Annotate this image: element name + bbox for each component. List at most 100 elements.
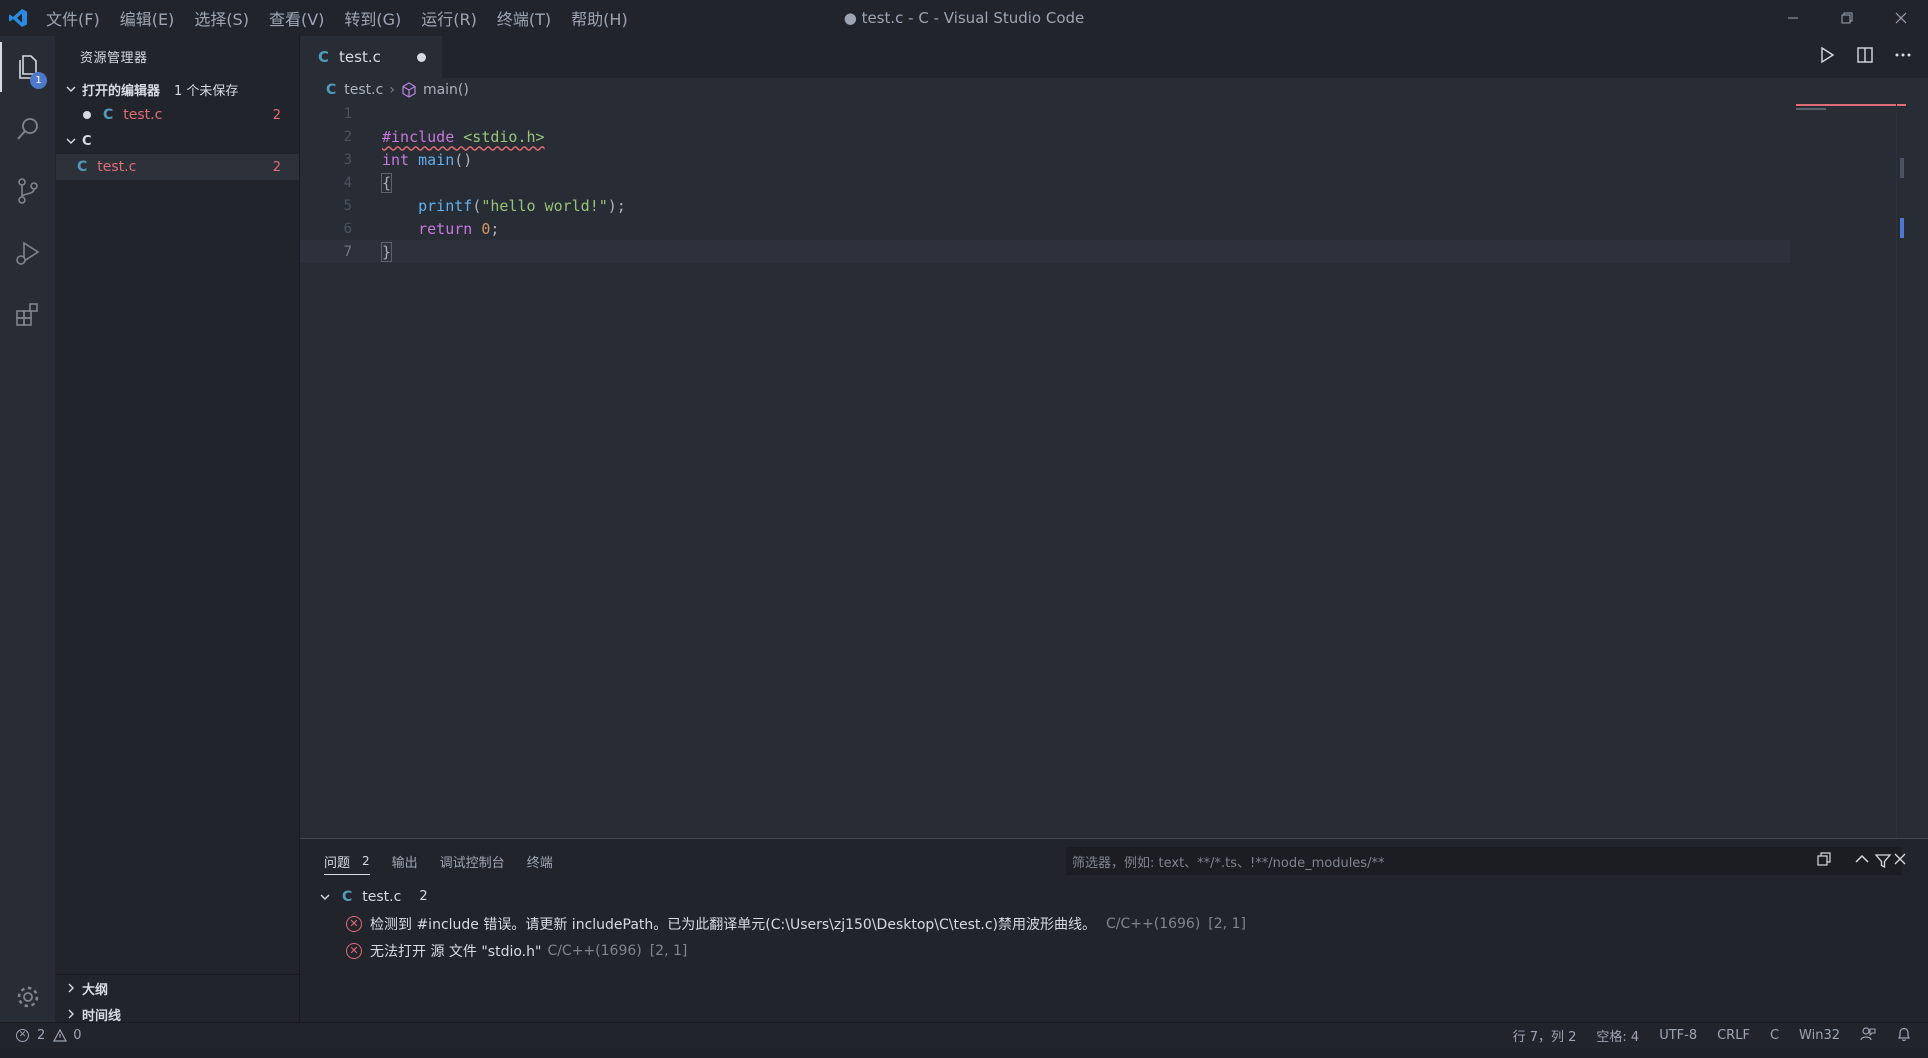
problems-count: 2 [362,854,370,868]
activity-source-control[interactable] [0,160,56,222]
close-panel-button[interactable] [1892,851,1908,871]
breadcrumb-symbol[interactable]: main() [423,82,469,98]
line-number: 2 [343,128,352,145]
problems-file-row[interactable]: C test.c 2 [300,883,1928,910]
problems-label: 问题 [324,855,351,871]
run-button[interactable] [1818,46,1836,68]
chevron-down-icon [62,132,80,150]
feedback-icon [1860,1026,1876,1040]
code-line: 5 printf("hello world!"); [300,194,1790,217]
outline-header[interactable]: 大纲 [56,975,300,1001]
panel-tab-output[interactable]: 输出 [392,839,418,883]
encoding[interactable]: UTF-8 [1659,1028,1697,1043]
chevron-right-icon [62,979,80,997]
c-file-icon: C [103,107,114,123]
line-number: 4 [343,174,352,191]
close-window-button[interactable] [1874,0,1928,36]
indentation[interactable]: 空格: 4 [1596,1026,1639,1045]
open-editor-error-count: 2 [272,107,281,123]
code-line: 4 { [300,171,1790,194]
scrollbar-marker [1900,158,1904,178]
problem-message: 无法打开 源 文件 "stdio.h" [370,943,542,960]
folder-file-item[interactable]: C test.c 2 [56,154,299,180]
feedback-button[interactable] [1860,1026,1876,1046]
panel-tab-debug-console[interactable]: 调试控制台 [440,839,505,883]
folder-filename: test.c [97,159,137,175]
status-right: 行 7，列 2 空格: 4 UTF-8 CRLF C Win32 [1513,1026,1912,1046]
unsaved-count: 1 个未保存 [174,83,239,99]
ellipsis-icon [1895,53,1911,57]
restore-button[interactable] [1820,0,1874,36]
maximize-panel-button[interactable] [1854,851,1870,871]
tab-test-c[interactable]: C test.c [300,36,442,78]
activity-explorer[interactable]: 1 [0,36,56,98]
language-mode[interactable]: C [1770,1028,1779,1043]
problems-file-count: 2 [419,889,428,904]
activity-run-debug[interactable] [0,222,56,284]
code-line: 2 #include <stdio.h> [300,125,1790,148]
notifications-button[interactable] [1896,1026,1912,1046]
restore-icon [1841,12,1853,24]
play-icon [1821,46,1835,64]
problem-position: [2, 1] [649,942,688,959]
activity-search[interactable] [0,98,56,160]
editor-scrollbar[interactable] [1896,102,1910,838]
close-brace: } [380,241,393,262]
panel-tab-problems[interactable]: 问题 2 [324,839,370,883]
code-line-current: 7 } [300,240,1790,263]
menu-view[interactable]: 查看(V) [259,0,334,36]
status-error-count: 2 [37,1028,46,1043]
platform[interactable]: Win32 [1799,1028,1840,1043]
c-file-icon: C [77,159,88,175]
problem-message: 检测到 #include 错误。请更新 includePath。已为此翻译单元(… [370,916,1096,933]
code-editor[interactable]: 1 2 #include <stdio.h> 3 int main() 4 { … [300,102,1910,838]
problems-status[interactable]: ✕ 2 0 [0,1028,82,1043]
line-number: 7 [343,243,352,260]
status-warning-count: 0 [73,1028,82,1043]
activity-extensions[interactable] [0,284,56,346]
open-editors-label: 打开的编辑器 [82,83,161,99]
menu-terminal[interactable]: 终端(T) [487,0,561,36]
include-statement: #include <stdio.h> [382,127,545,146]
unsaved-dot-icon[interactable] [417,52,426,62]
cursor-position[interactable]: 行 7，列 2 [1513,1026,1577,1045]
breadcrumb-file[interactable]: test.c [344,82,383,98]
problems-filter-input[interactable]: 筛选器，例如: text、**/*.ts、!**/node_modules/** [1066,847,1902,875]
gear-icon [17,986,39,1008]
folder-header[interactable]: C [56,128,299,154]
end-of-line[interactable]: CRLF [1717,1028,1750,1043]
extensions-icon [16,303,38,326]
menu-selection[interactable]: 选择(S) [184,0,259,36]
panel-tab-terminal[interactable]: 终端 [527,839,553,883]
menu-run[interactable]: 运行(R) [411,0,487,36]
taskbar-edge [0,1048,1928,1058]
menu-go[interactable]: 转到(G) [334,0,411,36]
split-editor-button[interactable] [1856,46,1874,68]
outline-section: 大纲 时间线 [56,974,300,1027]
more-actions-button[interactable] [1894,46,1912,68]
line-number: 1 [343,105,352,122]
problem-source: C/C++(1696) [547,942,642,959]
open-editors-header[interactable]: 打开的编辑器 1 个未保存 [56,76,299,102]
minimize-button[interactable] [1766,0,1820,36]
panel-actions [1816,839,1908,883]
status-bar: ✕ 2 0 行 7，列 2 空格: 4 UTF-8 CRLF C Win32 [0,1022,1928,1048]
bell-icon [1898,1027,1910,1041]
menu-file[interactable]: 文件(F) [36,0,110,36]
menu-edit[interactable]: 编辑(E) [110,0,185,36]
explorer-badge: 1 [30,72,47,89]
open-editor-item[interactable]: C test.c 2 [56,102,299,128]
collapse-all-button[interactable] [1816,851,1832,871]
activity-manage[interactable] [0,966,56,1028]
chevron-down-icon [62,80,80,98]
main-signature: int main() [382,150,473,169]
menu-help[interactable]: 帮助(H) [561,0,638,36]
problem-item[interactable]: ✕ 检测到 #include 错误。请更新 includePath。已为此翻译单… [300,910,1928,937]
problem-source: C/C++(1696) [1106,915,1201,932]
folder-file-error-count: 2 [272,159,281,175]
collapse-all-icon [1817,852,1831,866]
problem-item[interactable]: ✕ 无法打开 源 文件 "stdio.h" C/C++(1696) [2, 1] [300,937,1928,964]
c-file-icon: C [318,48,330,66]
error-icon: ✕ [346,915,362,932]
error-icon: ✕ [16,1029,29,1042]
